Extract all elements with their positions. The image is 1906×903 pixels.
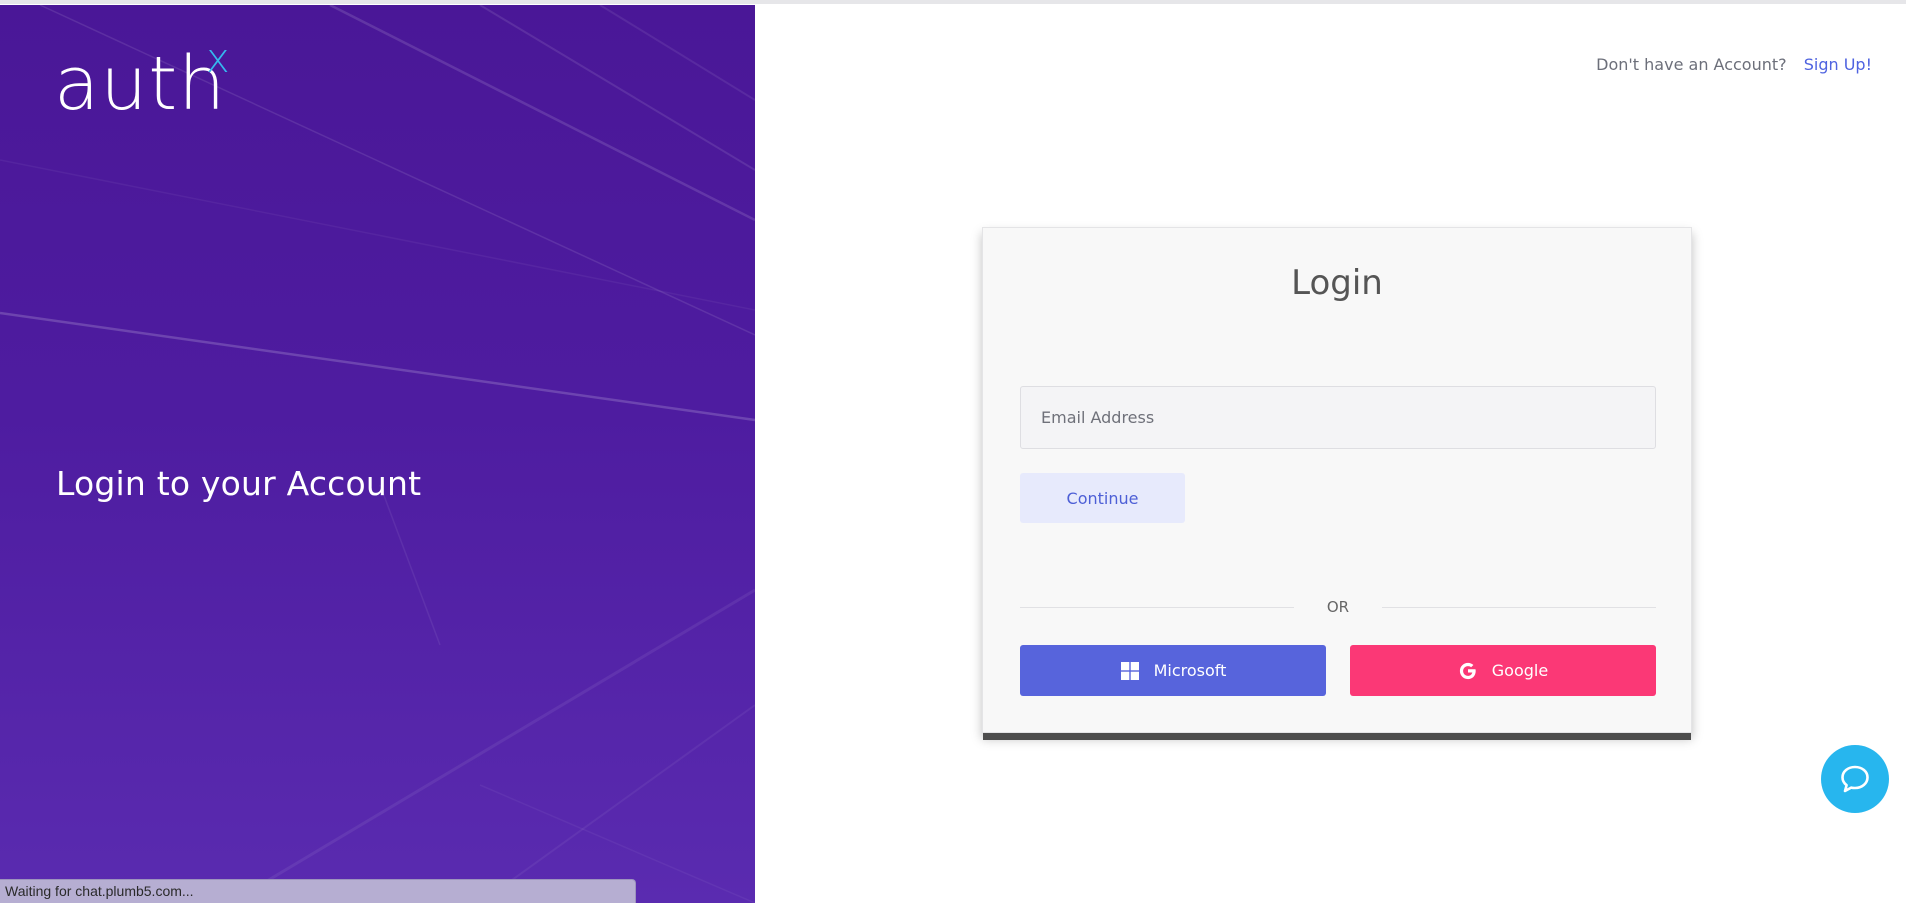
google-label: Google	[1491, 661, 1549, 680]
browser-top-border	[0, 0, 1906, 4]
google-login-button[interactable]: Google	[1350, 645, 1656, 696]
signup-prompt-text: Don't have an Account?	[1596, 55, 1787, 74]
continue-button[interactable]: Continue	[1020, 473, 1185, 523]
email-field[interactable]	[1020, 386, 1656, 449]
browser-status-bar: Waiting for chat.plumb5.com...	[0, 879, 636, 903]
windows-logo-icon	[1120, 661, 1139, 680]
panel-heading: Login to your Account	[56, 464, 422, 503]
logo-superscript: x	[206, 36, 231, 82]
chat-widget-button[interactable]	[1821, 745, 1889, 813]
signup-link[interactable]: Sign Up!	[1804, 55, 1872, 74]
or-divider: OR	[1020, 598, 1656, 618]
login-title: Login	[1291, 263, 1383, 303]
authx-logo: auth x	[54, 39, 230, 121]
background-lines-decoration	[0, 5, 755, 903]
microsoft-login-button[interactable]: Microsoft	[1020, 645, 1326, 696]
google-g-icon	[1459, 662, 1476, 679]
logo-text: auth	[54, 41, 227, 127]
microsoft-label: Microsoft	[1153, 661, 1227, 680]
chat-bubble-icon	[1841, 765, 1869, 793]
signup-prompt-row: Don't have an Account? Sign Up!	[1596, 55, 1872, 74]
brand-panel: auth x Login to your Account	[0, 5, 755, 903]
login-card: Login Continue OR Microsoft Google	[982, 227, 1692, 733]
divider-line-right	[1382, 607, 1656, 608]
